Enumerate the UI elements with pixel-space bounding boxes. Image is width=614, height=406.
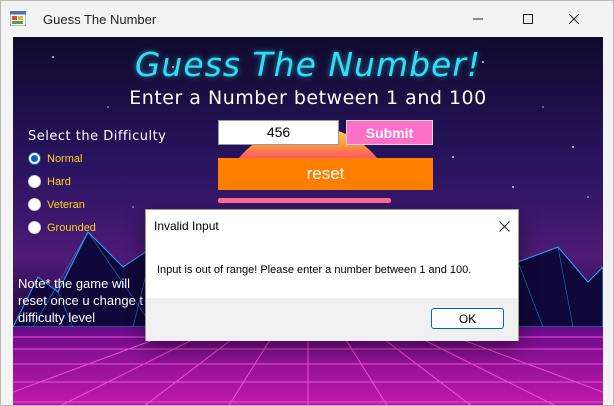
- radio-label: Veteran: [47, 198, 85, 211]
- radio-label: Grounded: [47, 221, 96, 234]
- difficulty-label: Select the Difficulty: [28, 129, 167, 144]
- note-line: Note* the game will: [18, 276, 130, 291]
- radio-label: Hard: [47, 175, 71, 188]
- minimize-button[interactable]: [455, 1, 501, 37]
- app-window: Guess The Number Guess The Number! Enter…: [0, 0, 614, 406]
- dialog-footer: OK: [146, 298, 518, 341]
- close-button[interactable]: [551, 1, 597, 37]
- dialog-title: Invalid Input: [154, 219, 219, 233]
- difficulty-note: Note* the game will reset once u change …: [18, 275, 163, 326]
- dialog-body: Input is out of range! Please enter a nu…: [146, 241, 518, 298]
- radio-button-checked[interactable]: [28, 152, 41, 165]
- radio-veteran[interactable]: Veteran: [28, 198, 85, 211]
- radio-button[interactable]: [28, 198, 41, 211]
- close-icon: [498, 220, 510, 232]
- maximize-button[interactable]: [505, 1, 551, 37]
- result-bar: [218, 198, 391, 203]
- close-icon: [569, 14, 579, 24]
- dialog-close-button[interactable]: [494, 216, 514, 236]
- radio-hard[interactable]: Hard: [28, 175, 71, 188]
- radio-button[interactable]: [28, 175, 41, 188]
- submit-button[interactable]: Submit: [346, 120, 433, 145]
- radio-grounded[interactable]: Grounded: [28, 221, 96, 234]
- ok-button[interactable]: OK: [431, 308, 504, 329]
- reset-button[interactable]: reset: [218, 158, 433, 190]
- radio-normal[interactable]: Normal: [28, 152, 82, 165]
- app-icon: [10, 11, 26, 26]
- game-title: Guess The Number!: [134, 45, 482, 84]
- maximize-icon: [523, 14, 533, 24]
- note-line: difficulty level: [18, 310, 96, 325]
- radio-button[interactable]: [28, 221, 41, 234]
- game-subtitle: Enter a Number between 1 and 100: [129, 87, 487, 109]
- title-bar[interactable]: Guess The Number: [1, 1, 613, 37]
- minimize-icon: [473, 18, 483, 20]
- invalid-input-dialog: Invalid Input Input is out of range! Ple…: [145, 209, 519, 341]
- number-input[interactable]: 456: [218, 120, 339, 145]
- radio-label: Normal: [47, 152, 83, 165]
- dialog-message: Input is out of range! Please enter a nu…: [157, 264, 472, 276]
- note-line: reset once u change t: [18, 293, 144, 308]
- window-title: Guess The Number: [43, 12, 157, 27]
